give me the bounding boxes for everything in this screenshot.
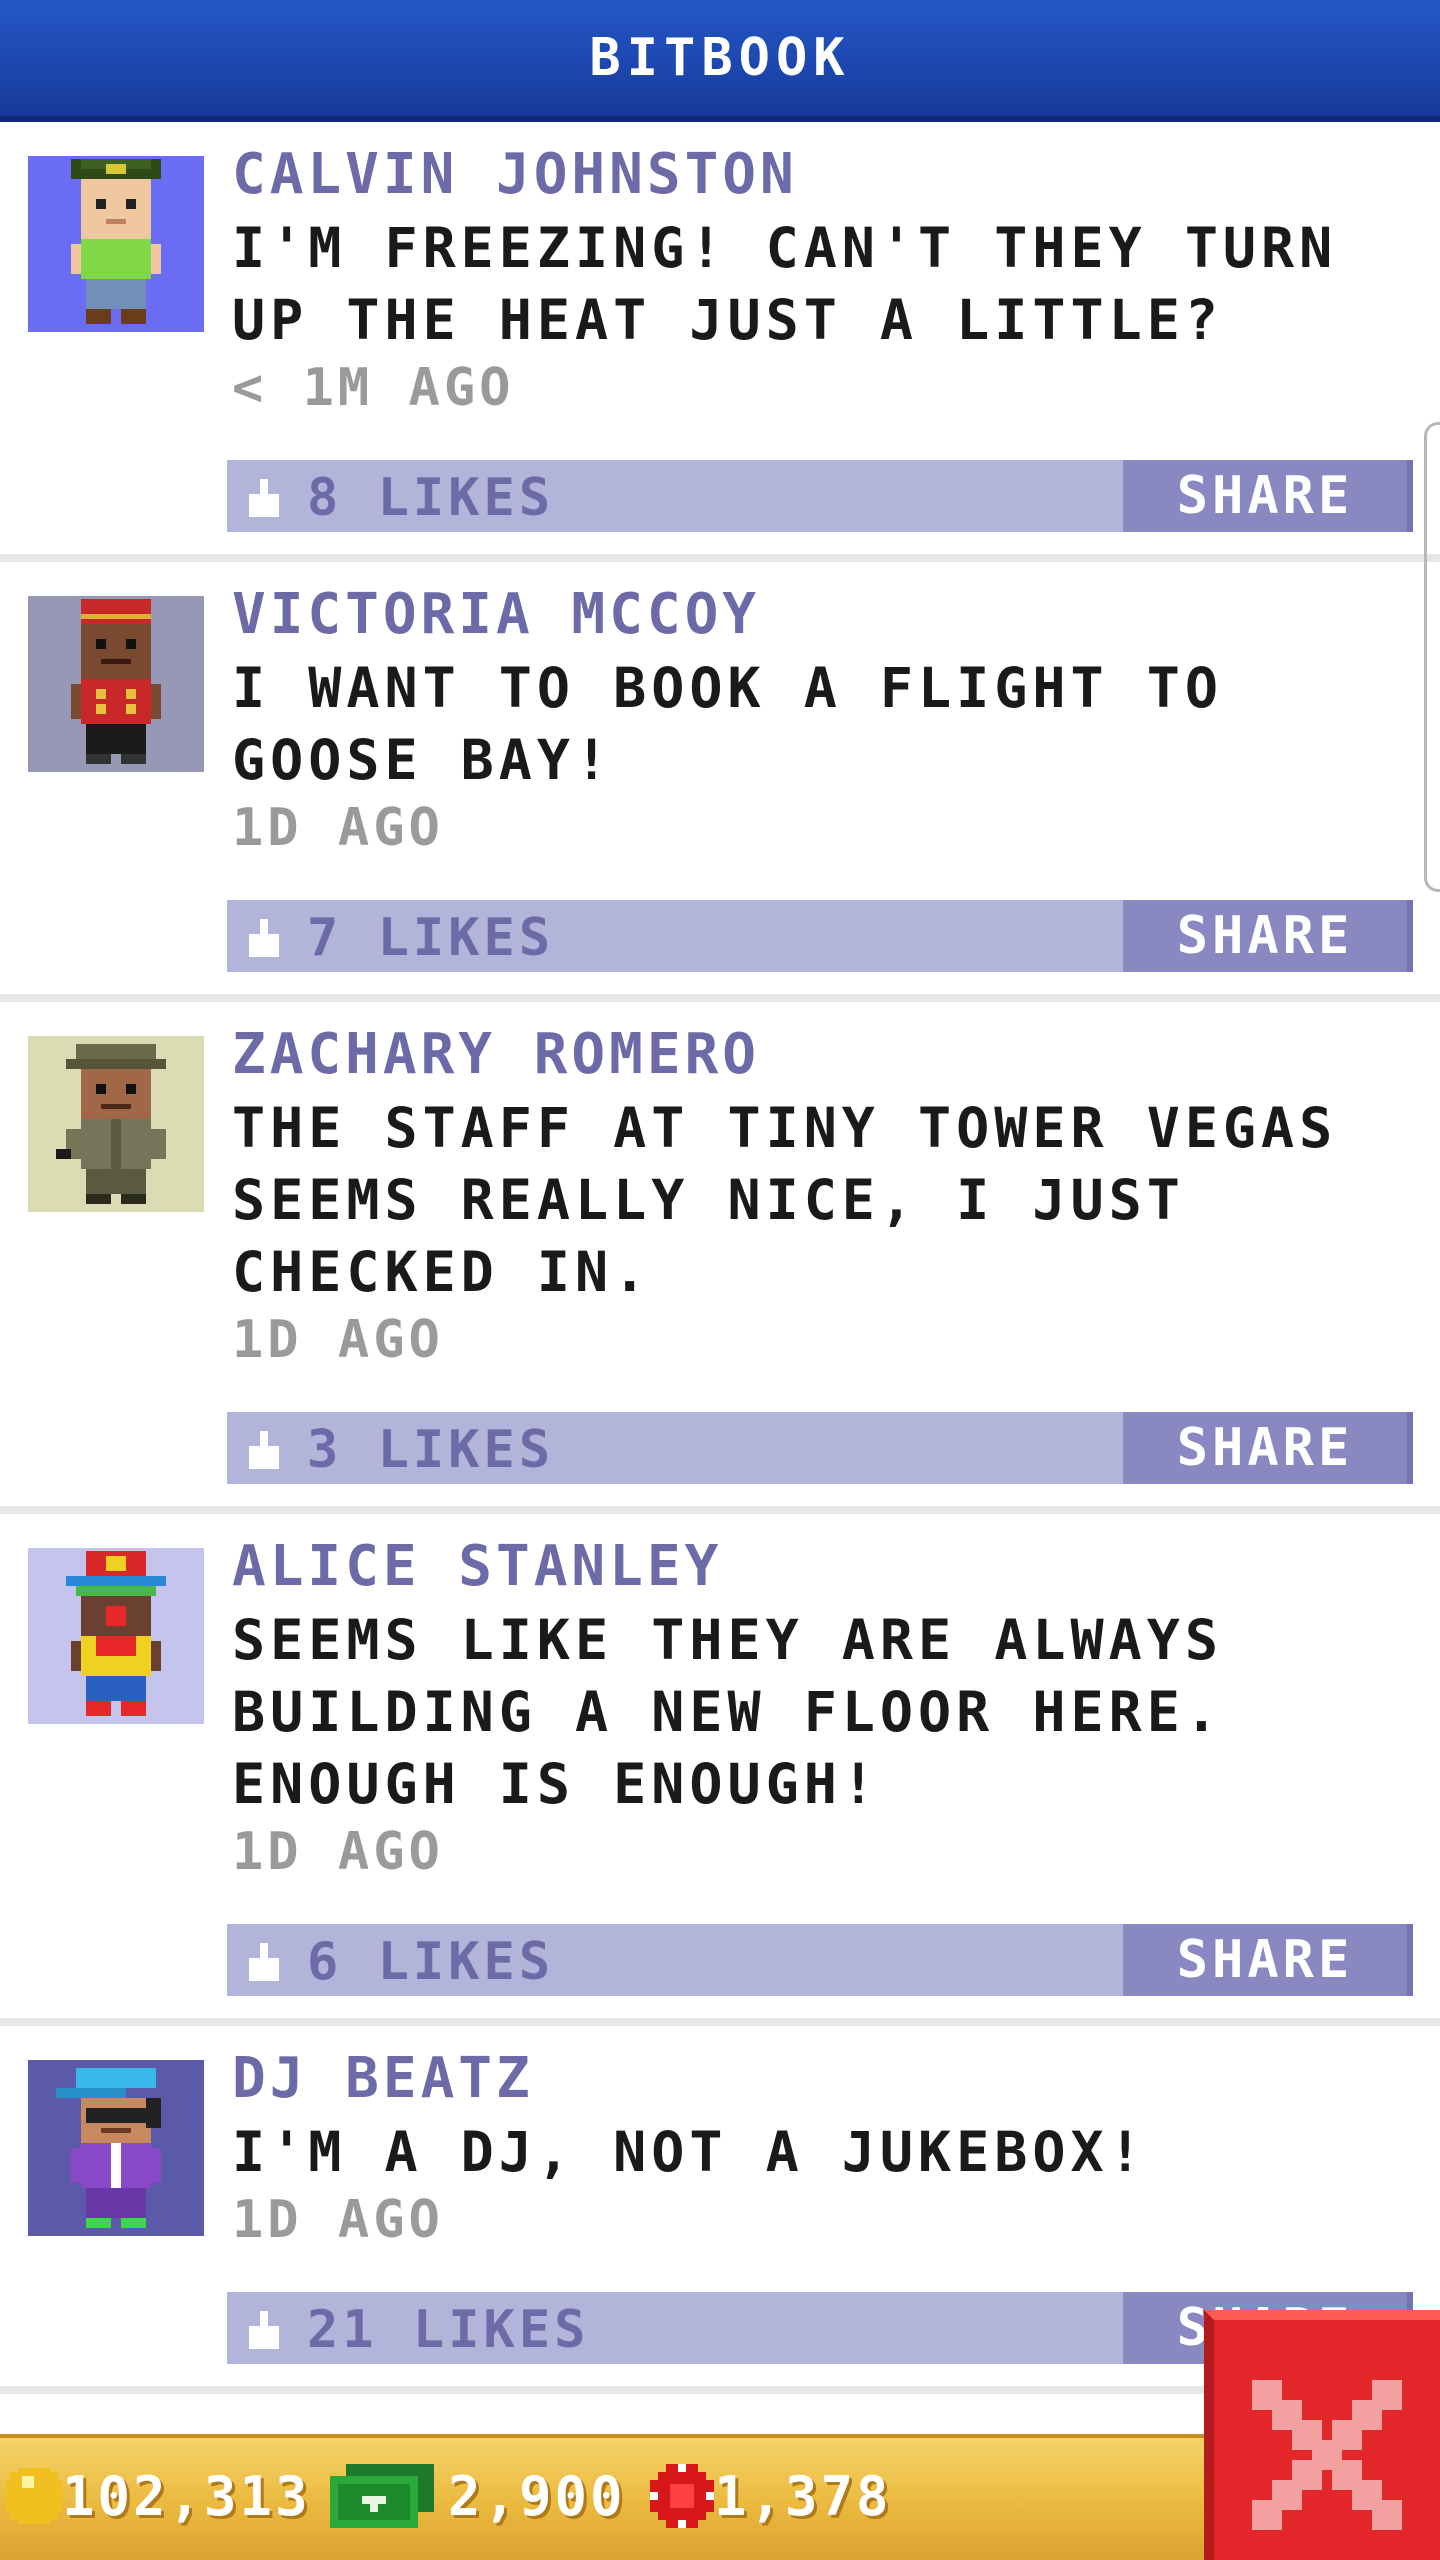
post-author[interactable]: DJ BEATZ [232,2046,534,2111]
post-message: SEEMS LIKE THEY ARE ALWAYS BUILDING A NE… [232,1608,1223,1816]
thumbs-up-icon [248,1431,280,1469]
post-timestamp: 1D AGO [232,1822,444,1882]
post-divider [0,994,1440,1002]
post-divider [0,2018,1440,2026]
avatar[interactable] [28,2060,204,2236]
bux-value: 2,900 [448,2464,626,2528]
post-message: I WANT TO BOOK A FLIGHT TO GOOSE BAY! [232,656,1223,792]
like-count: 8 LIKES [307,468,555,528]
post-timestamp: 1D AGO [232,2190,444,2250]
post-author[interactable]: CALVIN JOHNSTON [232,142,798,207]
post-card: CALVIN JOHNSTON I'M FREEZING! CAN'T THEY… [0,122,1440,554]
share-button[interactable]: SHARE [1123,1412,1413,1484]
avatar-figure-icon [71,599,161,764]
avatar[interactable] [28,1036,204,1212]
like-bar[interactable]: 8 LIKES SHARE [227,460,1413,532]
post-divider [0,554,1440,562]
coin-icon [6,2468,62,2524]
post-message: I'M FREEZING! CAN'T THEY TURN UP THE HEA… [232,216,1338,352]
like-bar[interactable]: 6 LIKES SHARE [227,1924,1413,1996]
avatar-figure-icon [66,1551,166,1716]
chips-value: 1,378 [714,2464,892,2528]
like-count: 7 LIKES [307,908,555,968]
avatar[interactable] [28,156,204,332]
coins-counter: 102,313 [6,2456,311,2536]
post-message: I'M A DJ, NOT A JUKEBOX! [232,2120,1147,2184]
avatar[interactable] [28,1548,204,1724]
post-divider [0,1506,1440,1514]
post-author[interactable]: ALICE STANLEY [232,1534,722,1599]
scroll-indicator[interactable] [1424,422,1440,892]
app-header: BITBOOK [0,0,1440,122]
share-button[interactable]: SHARE [1123,900,1413,972]
post-message: THE STAFF AT TINY TOWER VEGAS SEEMS REAL… [232,1096,1338,1304]
avatar-figure-icon [56,2068,161,2228]
post-card: ALICE STANLEY SEEMS LIKE THEY ARE ALWAYS… [0,1514,1440,2018]
casino-chip-icon [650,2464,714,2528]
like-count: 21 LIKES [307,2300,590,2360]
post-timestamp: 1D AGO [232,798,444,858]
bux-icon [330,2464,434,2528]
post-author[interactable]: ZACHARY ROMERO [232,1022,760,1087]
post-timestamp: < 1M AGO [232,358,515,418]
post-author[interactable]: VICTORIA MCCOY [232,582,760,647]
post-timestamp: 1D AGO [232,1310,444,1370]
post-card: ZACHARY ROMERO THE STAFF AT TINY TOWER V… [0,1002,1440,1506]
share-button[interactable]: SHARE [1123,460,1413,532]
like-count: 6 LIKES [307,1932,555,1992]
avatar-figure-icon [56,1044,166,1204]
like-bar[interactable]: 3 LIKES SHARE [227,1412,1413,1484]
like-bar[interactable]: 7 LIKES SHARE [227,900,1413,972]
page-title: BITBOOK [589,28,851,88]
close-button[interactable] [1204,2310,1440,2560]
thumbs-up-icon [248,479,280,517]
avatar[interactable] [28,596,204,772]
thumbs-up-icon [248,2311,280,2349]
thumbs-up-icon [248,1943,280,1981]
coins-value: 102,313 [62,2464,311,2528]
share-button[interactable]: SHARE [1123,1924,1413,1996]
avatar-figure-icon [71,159,161,324]
bux-counter: 2,900 [330,2456,626,2536]
post-card: VICTORIA MCCOY I WANT TO BOOK A FLIGHT T… [0,562,1440,994]
chips-counter: 1,378 [650,2456,892,2536]
close-icon [1252,2380,1402,2530]
like-count: 3 LIKES [307,1420,555,1480]
thumbs-up-icon [248,919,280,957]
